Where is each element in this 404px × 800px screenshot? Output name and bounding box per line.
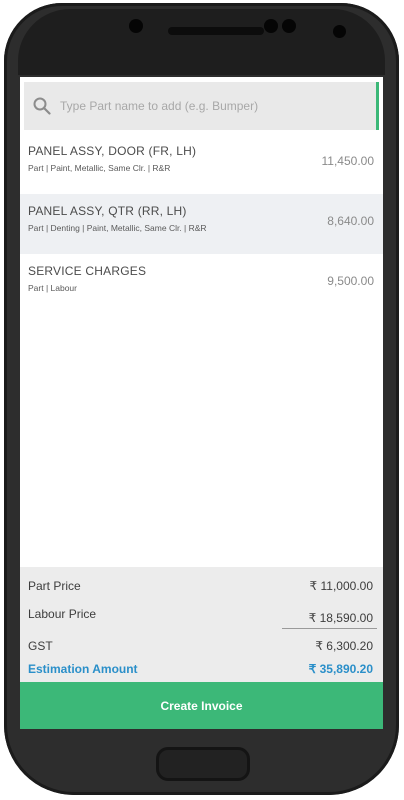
sensor-icon — [282, 19, 296, 33]
phone-top-bezel — [18, 9, 385, 75]
sensor-icon — [333, 25, 346, 38]
search-input[interactable] — [60, 99, 350, 113]
item-description: Part | Labour — [28, 283, 77, 293]
gst-label: GST — [28, 639, 53, 653]
estimation-row: Estimation Amount ₹ 35,890.20 — [28, 662, 373, 676]
part-list: PANEL ASSY, DOOR (FR, LH) Part | Paint, … — [20, 134, 383, 314]
labour-price-label: Labour Price — [28, 607, 97, 621]
home-button[interactable] — [156, 747, 250, 781]
front-camera-icon — [129, 19, 143, 33]
price-summary: Part Price ₹ 11,000.00 Labour Price ₹ 18… — [20, 567, 383, 682]
item-price: 9,500.00 — [327, 274, 374, 288]
list-item[interactable]: SERVICE CHARGES Part | Labour 9,500.00 — [20, 254, 383, 314]
summary-divider — [282, 628, 377, 629]
app-screen: PANEL ASSY, DOOR (FR, LH) Part | Paint, … — [20, 77, 383, 729]
estimation-label: Estimation Amount — [28, 662, 138, 676]
gst-row: GST ₹ 6,300.20 — [28, 639, 373, 653]
list-item[interactable]: PANEL ASSY, DOOR (FR, LH) Part | Paint, … — [20, 134, 383, 194]
labour-price-value: ₹ 18,590.00 — [308, 611, 373, 625]
part-price-value: ₹ 11,000.00 — [309, 579, 373, 593]
estimation-value: ₹ 35,890.20 — [308, 662, 373, 676]
labour-price-row: Labour Price ₹ 18,590.00 — [28, 607, 373, 625]
search-icon — [33, 97, 51, 115]
part-price-label: Part Price — [28, 579, 81, 593]
gst-value: ₹ 6,300.20 — [315, 639, 373, 653]
item-name: SERVICE CHARGES — [28, 264, 147, 278]
earpiece-speaker — [168, 27, 264, 35]
part-price-row: Part Price ₹ 11,000.00 — [28, 579, 373, 593]
search-bar[interactable] — [24, 82, 379, 130]
sensor-icon — [264, 19, 278, 33]
item-description: Part | Denting | Paint, Metallic, Same C… — [28, 223, 207, 233]
item-price: 8,640.00 — [327, 214, 374, 228]
item-name: PANEL ASSY, QTR (RR, LH) — [28, 204, 187, 218]
item-price: 11,450.00 — [321, 154, 375, 168]
create-invoice-button[interactable]: Create Invoice — [20, 682, 383, 729]
list-item[interactable]: PANEL ASSY, QTR (RR, LH) Part | Denting … — [20, 194, 383, 254]
